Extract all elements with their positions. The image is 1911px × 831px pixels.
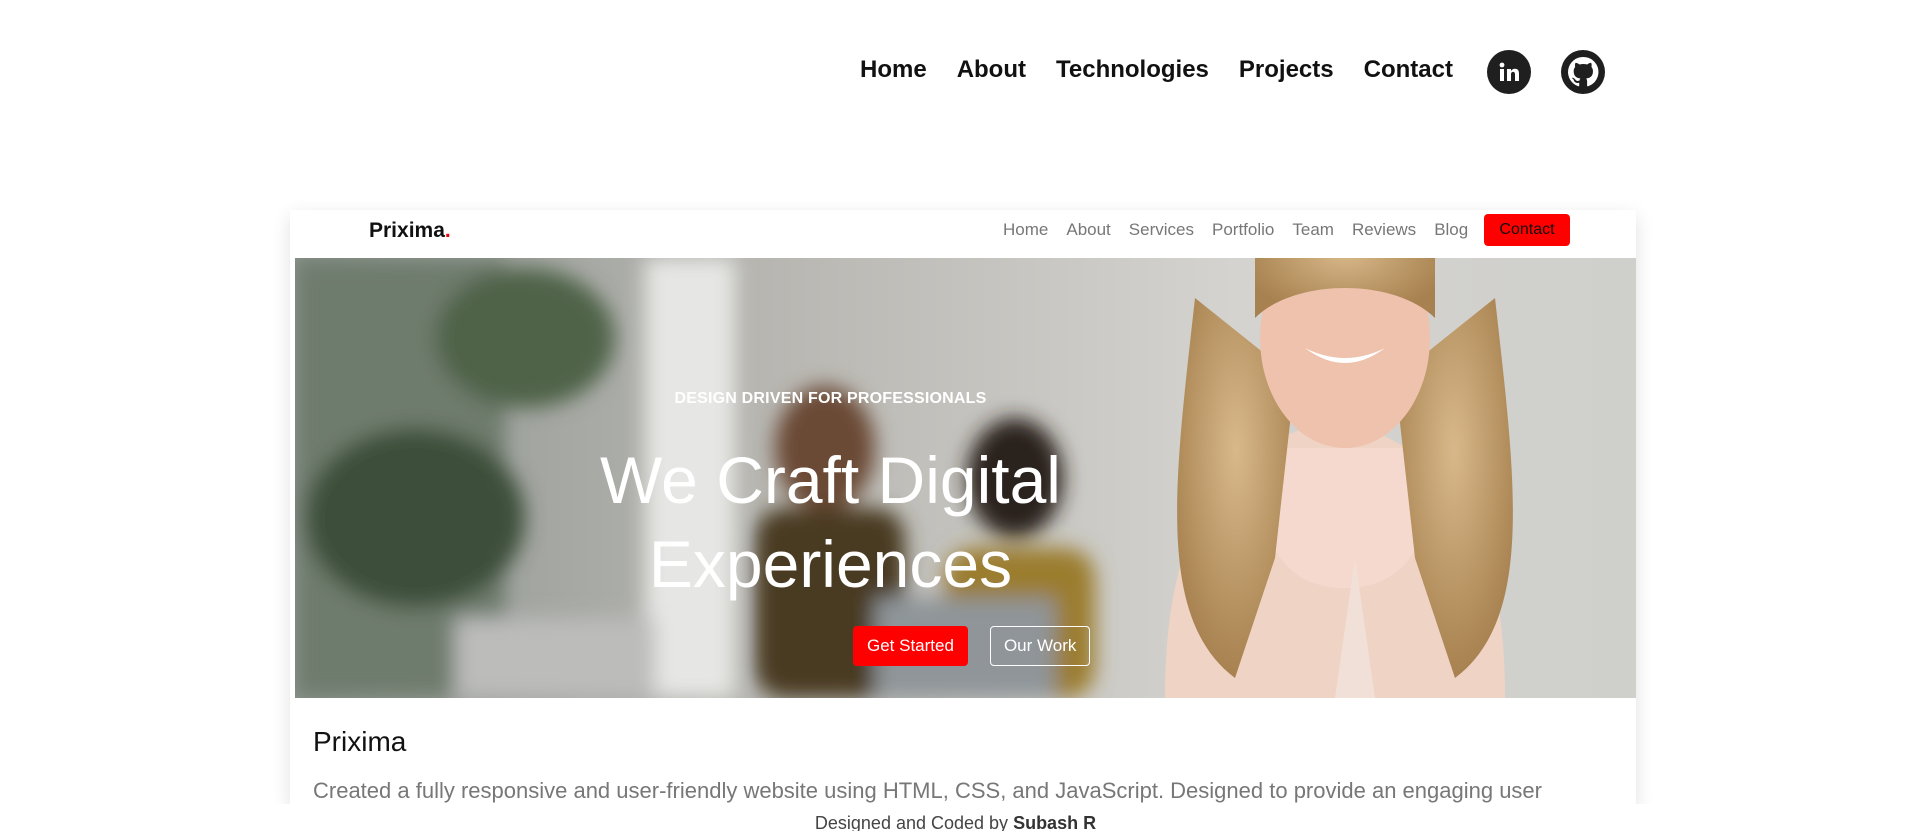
- preview-nav-home: Home: [1003, 220, 1049, 239]
- hero-title-line2: Experiences: [648, 527, 1013, 601]
- preview-contact-button: Contact: [1484, 214, 1570, 246]
- main-nav: Home About Technologies Projects Contact: [860, 56, 1453, 84]
- hero-title: We Craft Digital Experiences: [295, 438, 1366, 606]
- preview-hero: DESIGN DRIVEN FOR PROFESSIONALS We Craft…: [295, 258, 1636, 698]
- linkedin-icon[interactable]: [1487, 50, 1531, 94]
- preview-nav-blog: Blog: [1434, 220, 1469, 239]
- preview-nav-about: About: [1066, 220, 1111, 239]
- project-card-body: Prixima Created a fully responsive and u…: [313, 698, 1542, 804]
- github-icon[interactable]: [1561, 50, 1605, 94]
- our-work-button: Our Work: [989, 626, 1091, 666]
- preview-navbar: Prixima. Home About Services Portfolio T…: [295, 210, 1636, 258]
- preview-nav-portfolio: Portfolio: [1211, 220, 1275, 239]
- nav-contact[interactable]: Contact: [1364, 56, 1453, 84]
- footer-author: Subash R: [1013, 813, 1097, 831]
- preview-brand-dot: .: [444, 219, 451, 242]
- nav-projects[interactable]: Projects: [1239, 56, 1334, 84]
- get-started-button: Get Started: [853, 626, 968, 666]
- project-title: Prixima: [313, 726, 407, 757]
- nav-technologies[interactable]: Technologies: [1056, 56, 1209, 84]
- preview-nav-links: Home About Services Portfolio Team Revie…: [1003, 220, 1468, 240]
- nav-about[interactable]: About: [957, 56, 1026, 84]
- preview-brand-name: Prixima: [369, 219, 445, 242]
- portfolio-navbar: Home About Technologies Projects Contact: [0, 0, 1911, 150]
- site-footer: Designed and Coded by Subash R: [0, 804, 1911, 831]
- hero-tagline: DESIGN DRIVEN FOR PROFESSIONALS: [674, 390, 987, 407]
- social-links: [1487, 50, 1605, 94]
- hero-title-line1: We Craft Digital: [600, 443, 1061, 517]
- project-preview: Prixima. Home About Services Portfolio T…: [295, 210, 1636, 698]
- footer-credit: Designed and Coded by: [814, 813, 1009, 831]
- project-card: Prixima. Home About Services Portfolio T…: [290, 210, 1636, 806]
- preview-nav-reviews: Reviews: [1351, 220, 1417, 239]
- preview-nav-services: Services: [1128, 220, 1194, 239]
- project-description: Created a fully responsive and user-frie…: [313, 778, 1542, 803]
- preview-nav-team: Team: [1292, 220, 1334, 239]
- preview-brand: Prixima.: [369, 219, 451, 243]
- hero-buttons: Get Started Our Work: [853, 626, 1091, 666]
- nav-home[interactable]: Home: [860, 56, 927, 84]
